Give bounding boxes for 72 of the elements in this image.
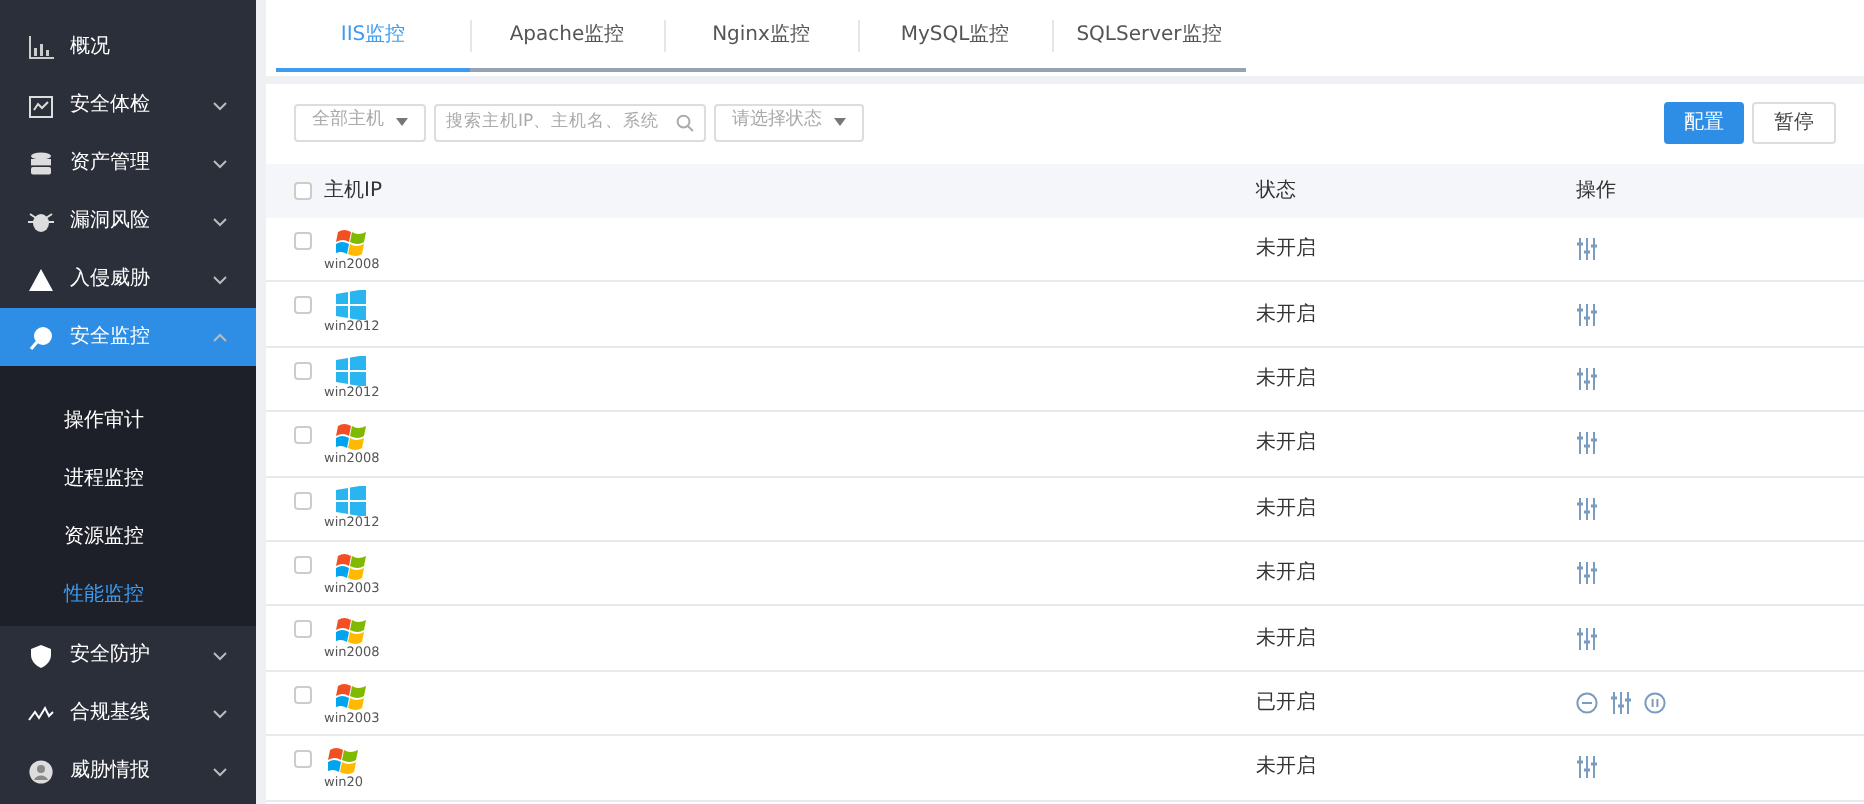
caret-icon [396, 118, 408, 126]
windows-tiles-icon [336, 355, 367, 386]
column-header: 主机IP [324, 177, 382, 206]
magnifier-icon [28, 325, 54, 349]
sliders-icon[interactable] [1576, 562, 1598, 585]
status-text: 未开启 [1256, 365, 1316, 394]
sliders-icon[interactable] [1576, 367, 1598, 390]
submenu-item[interactable]: 进程监控 [0, 450, 256, 508]
windows-flag-icon [335, 614, 368, 647]
pause-button[interactable]: 暂停 [1752, 101, 1836, 143]
tab[interactable]: MySQL监控 [858, 0, 1052, 72]
status-text: 未开启 [1256, 753, 1316, 783]
sliders-icon[interactable] [1576, 497, 1598, 520]
row-checkbox[interactable] [294, 555, 312, 574]
submenu-item[interactable]: 资源监控 [0, 508, 256, 566]
row-checkbox[interactable] [294, 685, 312, 704]
tab[interactable]: Nginx监控 [664, 0, 858, 72]
submenu-item[interactable]: 性能监控 [0, 566, 256, 624]
windows-tiles-icon [336, 290, 367, 321]
submenu-item[interactable]: 操作审计 [0, 392, 256, 450]
sidebar-item[interactable]: 漏洞风险 [0, 192, 256, 250]
windows-flag-icon [335, 226, 368, 258]
search-field[interactable]: 搜索主机IP、主机名、系统 [434, 103, 706, 141]
sidebar-item[interactable]: 入侵威胁 [0, 250, 256, 308]
sidebar-item[interactable]: 安全防护 [0, 626, 256, 684]
row-checkbox[interactable] [294, 426, 312, 445]
search-icon [676, 113, 694, 131]
pause-circle-icon[interactable] [1644, 691, 1666, 714]
sliders-icon[interactable] [1576, 432, 1598, 455]
windows-flag-icon [335, 679, 368, 712]
shield-icon [28, 643, 54, 667]
status-text: 已开启 [1256, 689, 1316, 718]
sidebar-item[interactable]: 安全体检 [0, 76, 256, 134]
column-header: 操作 [1576, 178, 1616, 206]
windows-flag-icon [335, 549, 368, 582]
windows-flag-icon [335, 420, 368, 453]
caret-icon [834, 118, 846, 126]
sidebar-item[interactable]: 资产管理 [0, 134, 256, 192]
bar-chart-icon [28, 35, 54, 59]
status-text: 未开启 [1256, 429, 1316, 459]
windows-flag-icon [327, 744, 360, 777]
row-checkbox[interactable] [294, 491, 312, 510]
status-text: 未开启 [1256, 235, 1316, 265]
row-checkbox[interactable] [294, 750, 312, 769]
tab[interactable]: SQLServer监控 [1052, 0, 1246, 72]
sliders-icon[interactable] [1610, 691, 1632, 714]
sliders-icon[interactable] [1576, 627, 1598, 650]
status-text: 未开启 [1256, 301, 1316, 330]
row-checkbox[interactable] [294, 296, 312, 315]
row-checkbox[interactable] [294, 361, 312, 380]
sliders-icon[interactable] [1576, 756, 1598, 779]
select-all-checkbox[interactable] [294, 182, 312, 200]
minus-circle-icon[interactable] [1576, 691, 1598, 714]
line-chart-icon [28, 701, 54, 725]
clipboard-icon [28, 93, 54, 117]
column-header: 状态 [1256, 177, 1296, 206]
database-icon [28, 151, 54, 175]
warning-icon [28, 267, 54, 291]
status-text: 未开启 [1256, 559, 1316, 589]
sliders-icon[interactable] [1576, 238, 1598, 261]
sidebar-item[interactable]: 合规基线 [0, 684, 256, 742]
row-checkbox[interactable] [294, 232, 312, 250]
tab[interactable]: Apache监控 [470, 0, 664, 72]
row-checkbox[interactable] [294, 620, 312, 639]
windows-tiles-icon [336, 485, 367, 516]
sliders-icon[interactable] [1576, 303, 1598, 326]
status-text: 未开启 [1256, 495, 1316, 524]
bug-icon [28, 209, 54, 233]
sidebar-item[interactable]: 威胁情报 [0, 742, 256, 800]
status-text: 未开启 [1256, 625, 1316, 654]
user-icon [28, 759, 54, 783]
sidebar-item[interactable]: 概况 [0, 18, 256, 76]
